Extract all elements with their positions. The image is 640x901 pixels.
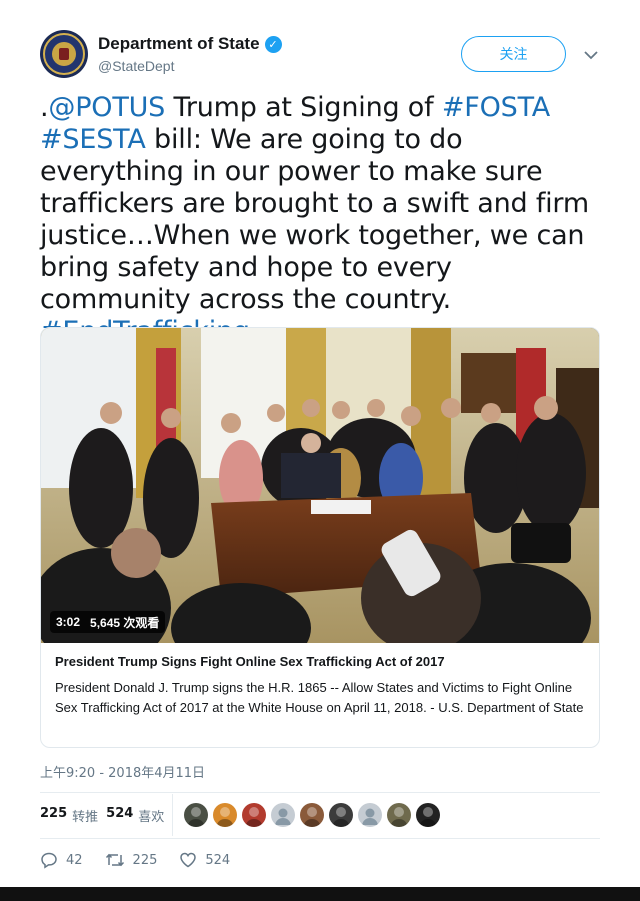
follow-button[interactable]: 关注 xyxy=(461,36,566,72)
tweet-text-segment: Trump at Signing of xyxy=(165,92,442,123)
author-names: Department of State ✓ @StateDept xyxy=(98,34,282,74)
likes-stat[interactable]: 524 喜欢 xyxy=(106,806,164,825)
video-thumbnail xyxy=(41,328,599,643)
card-title[interactable]: President Trump Signs Fight Online Sex T… xyxy=(55,654,585,669)
default-avatar-icon[interactable] xyxy=(271,803,295,827)
retweets-label: 转推 xyxy=(72,810,99,825)
liker-avatar-1[interactable] xyxy=(184,803,208,827)
default-avatar-icon[interactable] xyxy=(358,803,382,827)
liker-avatar-9[interactable] xyxy=(416,803,440,827)
tweet-link[interactable]: #SESTA xyxy=(40,124,146,155)
likes-label: 喜欢 xyxy=(138,810,165,825)
avatar[interactable] xyxy=(40,30,88,78)
reply-button[interactable]: 42 xyxy=(40,851,83,869)
user-handle[interactable]: @StateDept xyxy=(98,58,282,74)
tweet-timestamp[interactable]: 上午9:20 - 2018年4月11日 xyxy=(40,762,205,781)
divider xyxy=(40,838,600,839)
like-button[interactable]: 524 xyxy=(179,851,230,869)
video-duration: 3:02 xyxy=(56,615,81,629)
likes-count: 524 xyxy=(106,806,134,821)
tweet-container: Department of State ✓ @StateDept 关注 .@PO… xyxy=(0,0,640,887)
video-player[interactable]: 3:02 5,645 次观看 xyxy=(41,328,599,643)
liker-avatar-3[interactable] xyxy=(242,803,266,827)
chevron-down-icon[interactable] xyxy=(580,44,602,66)
verified-badge-icon: ✓ xyxy=(264,35,282,53)
card-body[interactable]: President Trump Signs Fight Online Sex T… xyxy=(55,654,585,718)
view-count: 5,645 次观看 xyxy=(90,615,160,630)
retweets-count: 225 xyxy=(40,806,68,821)
bottom-bar xyxy=(0,887,640,901)
retweet-icon xyxy=(105,853,124,867)
heart-icon xyxy=(180,852,197,868)
media-card[interactable]: 3:02 5,645 次观看 President Trump Signs Fig… xyxy=(40,327,600,748)
tweet-text: .@POTUS Trump at Signing of #FOSTA #SEST… xyxy=(40,92,610,348)
tweet-link[interactable]: @POTUS xyxy=(48,92,165,123)
tweet-header: Department of State ✓ @StateDept 关注 xyxy=(40,30,610,82)
reply-count: 42 xyxy=(66,852,83,868)
video-duration-badge: 3:02 5,645 次观看 xyxy=(50,611,166,633)
divider xyxy=(40,792,600,793)
engagement-stats: 225 转推 524 喜欢 xyxy=(40,806,164,825)
liker-avatar-8[interactable] xyxy=(387,803,411,827)
display-name[interactable]: Department of State xyxy=(98,34,260,54)
retweet-count: 225 xyxy=(132,852,158,868)
seal-icon xyxy=(43,33,85,75)
stats-divider xyxy=(172,794,173,836)
like-count: 524 xyxy=(205,852,231,868)
liker-avatars xyxy=(184,803,440,827)
reply-icon xyxy=(41,852,57,869)
retweet-button[interactable]: 225 xyxy=(105,851,158,869)
liker-avatar-6[interactable] xyxy=(329,803,353,827)
display-name-row[interactable]: Department of State ✓ xyxy=(98,34,282,54)
retweets-stat[interactable]: 225 转推 xyxy=(40,806,98,825)
liker-avatar-5[interactable] xyxy=(300,803,324,827)
tweet-actions: 42 225 524 xyxy=(40,851,252,869)
liker-avatar-2[interactable] xyxy=(213,803,237,827)
card-description: President Donald J. Trump signs the H.R.… xyxy=(55,680,584,715)
tweet-link[interactable]: #FOSTA xyxy=(442,92,550,123)
